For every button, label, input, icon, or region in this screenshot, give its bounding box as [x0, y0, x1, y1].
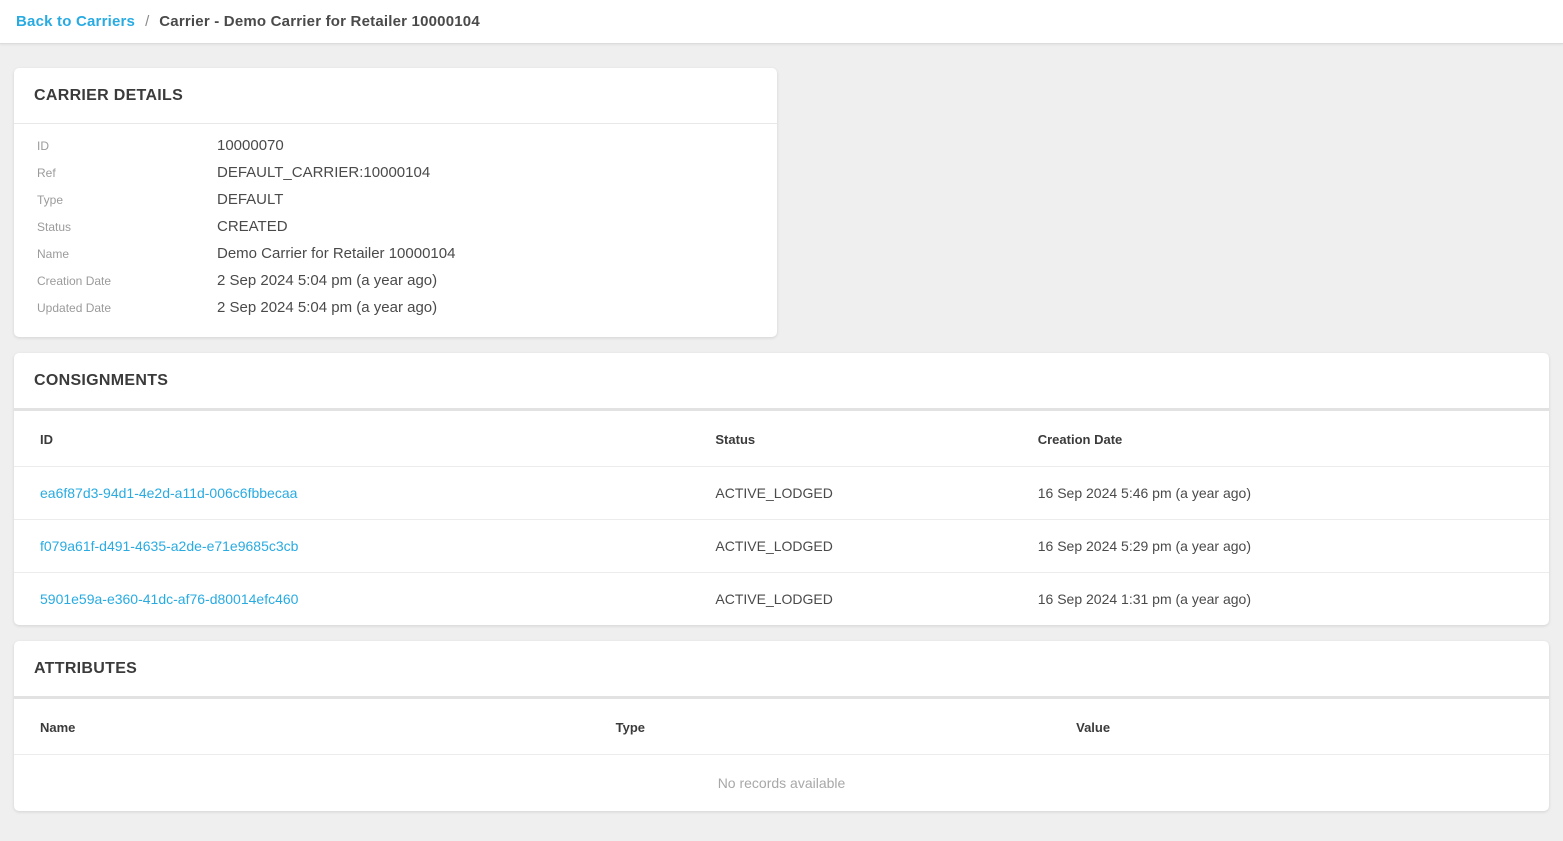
field-row-ref: Ref DEFAULT_CARRIER:10000104 [37, 159, 757, 186]
field-label: Ref [37, 166, 217, 180]
field-value: Demo Carrier for Retailer 10000104 [217, 245, 455, 262]
attributes-header: ATTRIBUTES [14, 641, 1549, 696]
column-header-id: ID [14, 411, 689, 467]
field-label: Name [37, 247, 217, 261]
table-header-row: Name Type Value [14, 699, 1549, 755]
column-header-name: Name [14, 699, 590, 755]
consignment-id-link[interactable]: 5901e59a-e360-41dc-af76-d80014efc460 [40, 591, 298, 607]
no-records-message: No records available [14, 755, 1549, 812]
field-row-status: Status CREATED [37, 213, 757, 240]
column-header-value: Value [1050, 699, 1549, 755]
page-content: CARRIER DETAILS ID 10000070 Ref DEFAULT_… [0, 44, 1563, 841]
consignment-id-link[interactable]: ea6f87d3-94d1-4e2d-a11d-006c6fbbecaa [40, 485, 297, 501]
field-value: CREATED [217, 218, 288, 235]
consignments-title: CONSIGNMENTS [34, 372, 1529, 390]
field-label: Updated Date [37, 301, 217, 315]
consignment-creation-date: 16 Sep 2024 1:31 pm (a year ago) [1012, 573, 1549, 626]
table-row: ea6f87d3-94d1-4e2d-a11d-006c6fbbecaa ACT… [14, 467, 1549, 520]
consignment-status: ACTIVE_LODGED [689, 467, 1011, 520]
field-label: ID [37, 139, 217, 153]
field-value: 10000070 [217, 137, 284, 154]
table-header-row: ID Status Creation Date [14, 411, 1549, 467]
field-label: Status [37, 220, 217, 234]
consignments-header: CONSIGNMENTS [14, 353, 1549, 408]
breadcrumb: Back to Carriers / Carrier - Demo Carrie… [0, 0, 1563, 44]
carrier-details-header: CARRIER DETAILS [14, 68, 777, 123]
column-header-creation-date: Creation Date [1012, 411, 1549, 467]
empty-state-row: No records available [14, 755, 1549, 812]
attributes-section: ATTRIBUTES Name Type Value No records av… [14, 641, 1549, 811]
attributes-table: Name Type Value No records available [14, 699, 1549, 811]
field-value: DEFAULT_CARRIER:10000104 [217, 164, 430, 181]
consignment-id-link[interactable]: f079a61f-d491-4635-a2de-e71e9685c3cb [40, 538, 298, 554]
consignment-status: ACTIVE_LODGED [689, 573, 1011, 626]
field-label: Creation Date [37, 274, 217, 288]
field-row-name: Name Demo Carrier for Retailer 10000104 [37, 240, 757, 267]
attributes-title: ATTRIBUTES [34, 660, 1529, 678]
consignment-creation-date: 16 Sep 2024 5:29 pm (a year ago) [1012, 520, 1549, 573]
field-value: 2 Sep 2024 5:04 pm (a year ago) [217, 272, 437, 289]
page-title: Carrier - Demo Carrier for Retailer 1000… [159, 13, 480, 30]
breadcrumb-separator: / [145, 13, 149, 30]
consignments-table: ID Status Creation Date ea6f87d3-94d1-4e… [14, 411, 1549, 625]
consignment-creation-date: 16 Sep 2024 5:46 pm (a year ago) [1012, 467, 1549, 520]
table-row: f079a61f-d491-4635-a2de-e71e9685c3cb ACT… [14, 520, 1549, 573]
consignments-section: CONSIGNMENTS ID Status Creation Date ea6… [14, 353, 1549, 625]
column-header-status: Status [689, 411, 1011, 467]
field-row-creation-date: Creation Date 2 Sep 2024 5:04 pm (a year… [37, 267, 757, 294]
carrier-details-body: ID 10000070 Ref DEFAULT_CARRIER:10000104… [14, 124, 777, 337]
table-row: 5901e59a-e360-41dc-af76-d80014efc460 ACT… [14, 573, 1549, 626]
carrier-details-title: CARRIER DETAILS [34, 87, 757, 105]
back-to-carriers-link[interactable]: Back to Carriers [16, 13, 135, 30]
field-value: DEFAULT [217, 191, 283, 208]
field-row-id: ID 10000070 [37, 132, 757, 159]
column-header-type: Type [590, 699, 1051, 755]
carrier-details-card: CARRIER DETAILS ID 10000070 Ref DEFAULT_… [14, 68, 777, 337]
consignment-status: ACTIVE_LODGED [689, 520, 1011, 573]
field-row-type: Type DEFAULT [37, 186, 757, 213]
field-value: 2 Sep 2024 5:04 pm (a year ago) [217, 299, 437, 316]
field-label: Type [37, 193, 217, 207]
field-row-updated-date: Updated Date 2 Sep 2024 5:04 pm (a year … [37, 294, 757, 321]
